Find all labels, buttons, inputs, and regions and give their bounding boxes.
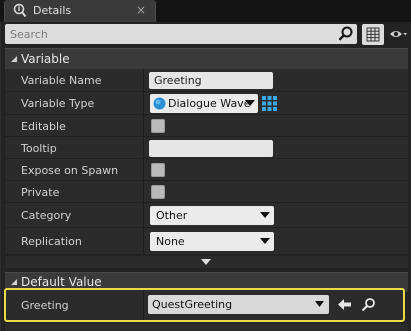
details-panel: Variable Variable Name Greeting Variable… [0, 22, 411, 331]
default-value-asset: QuestGreeting [152, 298, 233, 311]
expose-on-spawn-checkbox[interactable] [151, 163, 165, 177]
use-selected-asset-icon[interactable] [338, 298, 351, 311]
column-divider [143, 137, 144, 158]
column-divider [143, 159, 144, 180]
property-label: Editable [21, 120, 66, 133]
column-divider [143, 92, 144, 114]
section-title: Variable [21, 52, 70, 66]
eye-icon[interactable] [389, 25, 408, 43]
row-expose-on-spawn: Expose on Spawn [5, 159, 408, 181]
search-row [5, 24, 408, 46]
tooltip-field[interactable] [149, 140, 273, 157]
collapse-arrow-icon [11, 56, 17, 62]
property-label: Variable Type [21, 97, 95, 110]
property-matrix-icon [366, 27, 380, 42]
variable-type-value: Dialogue Wave [168, 97, 251, 110]
row-tooltip: Tooltip [5, 137, 408, 159]
tab-details[interactable]: Details × [4, 0, 156, 22]
expand-advanced-icon[interactable] [200, 259, 212, 266]
property-matrix-button[interactable] [362, 24, 384, 45]
advanced-expander [5, 256, 408, 268]
browse-asset-icon[interactable] [361, 297, 376, 312]
search-box [5, 24, 357, 44]
replication-value: None [156, 235, 185, 248]
row-replication: Replication None [5, 228, 408, 255]
details-icon [13, 3, 27, 18]
property-label: Expose on Spawn [21, 164, 119, 177]
close-icon[interactable]: × [135, 3, 147, 17]
section-header-variable[interactable]: Variable [5, 48, 408, 70]
property-label: Greeting [21, 299, 69, 312]
search-input[interactable] [5, 24, 335, 44]
column-divider [143, 290, 144, 320]
column-divider [143, 228, 144, 254]
tab-bar: Details × [0, 0, 411, 22]
column-divider [143, 115, 144, 136]
category-value: Other [156, 209, 188, 222]
row-private: Private [5, 181, 408, 203]
property-label: Replication [21, 235, 82, 248]
dialogue-wave-type-icon [153, 97, 166, 110]
default-value-asset-picker[interactable]: QuestGreeting [148, 295, 329, 314]
chevron-down-icon [260, 238, 270, 244]
variable-type-dropdown[interactable]: Dialogue Wave [150, 94, 258, 113]
search-icon[interactable] [337, 25, 355, 43]
property-label: Variable Name [21, 74, 102, 87]
row-variable-type: Variable Type Dialogue Wave [5, 92, 408, 115]
property-label: Category [21, 209, 72, 222]
container-type-icon[interactable] [261, 95, 278, 112]
panel-bottom [5, 324, 408, 331]
row-variable-name: Variable Name Greeting [5, 69, 408, 92]
property-label: Tooltip [21, 142, 57, 155]
collapse-arrow-icon [11, 279, 17, 285]
chevron-down-icon [260, 212, 270, 218]
variable-name-field[interactable]: Greeting [149, 72, 273, 89]
private-checkbox[interactable] [151, 185, 165, 199]
column-divider [143, 69, 144, 91]
replication-dropdown[interactable]: None [150, 232, 274, 251]
column-divider [143, 181, 144, 202]
category-dropdown[interactable]: Other [150, 206, 274, 225]
row-category: Category Other [5, 203, 408, 228]
column-divider [143, 203, 144, 227]
chevron-down-icon [315, 301, 324, 307]
tab-title: Details [33, 4, 72, 17]
chevron-down-icon [245, 100, 255, 106]
property-label: Private [21, 186, 60, 199]
section-title: Default Value [21, 275, 102, 289]
row-editable: Editable [5, 115, 408, 137]
default-value-row: Greeting QuestGreeting [4, 288, 405, 322]
editable-checkbox[interactable] [151, 119, 165, 133]
